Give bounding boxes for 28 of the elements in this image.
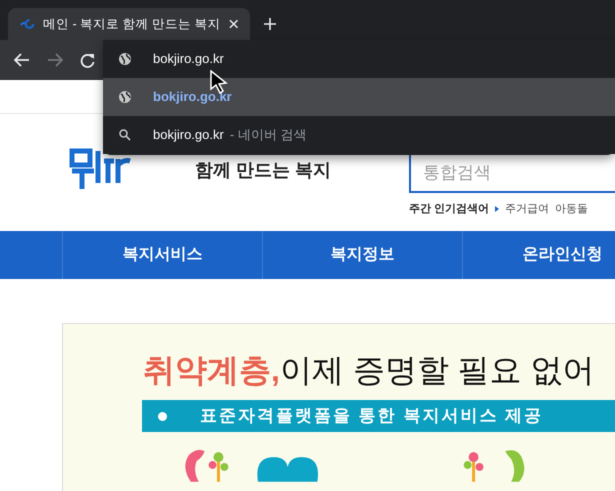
favicon-icon: [20, 18, 36, 30]
tab-title: 메인 - 복지로 함께 만드는 복지: [43, 16, 221, 33]
globe-icon: [119, 53, 131, 65]
caret-icon: [495, 206, 500, 212]
suggestion-row[interactable]: bokjiro.go.kr: [103, 40, 615, 78]
bullet-icon: [158, 412, 167, 420]
close-icon[interactable]: [228, 19, 238, 29]
globe-icon: [119, 91, 131, 103]
suggestion-row[interactable]: bokjiro.go.kr: [103, 78, 615, 116]
browser-tab[interactable]: 메인 - 복지로 함께 만드는 복지: [8, 8, 250, 40]
suggestion-text: bokjiro.go.kr: [153, 126, 224, 144]
popular-label: 주간 인기검색어: [409, 202, 490, 217]
popular-term-link[interactable]: 아동돌: [555, 201, 588, 218]
nav-item[interactable]: 복지정보: [262, 231, 462, 279]
strip-text: 표준자격플랫폼을 통한 복지서비스 제공: [200, 405, 544, 428]
nav-item[interactable]: 온라인신청: [462, 231, 615, 279]
new-tab-icon[interactable]: [264, 18, 276, 30]
popular-term-link[interactable]: 주거급여: [505, 201, 550, 218]
suggestion-row[interactable]: bokjiro.go.kr - 네이버 검색: [103, 116, 615, 154]
banner-headline: 취약계층,이제 증명할 필요 없어: [143, 354, 596, 386]
search-icon: [119, 129, 131, 141]
nav-item[interactable]: 복지서비스: [62, 231, 262, 279]
suggestion-text: bokjiro.go.kr: [153, 50, 224, 68]
back-icon[interactable]: [14, 53, 30, 67]
suggestion-suffix: - 네이버 검색: [230, 126, 306, 144]
suggestion-text: bokjiro.go.kr: [153, 88, 232, 106]
logo-tagline: 함께 만드는 복지: [195, 159, 332, 182]
reload-icon[interactable]: [80, 52, 95, 68]
